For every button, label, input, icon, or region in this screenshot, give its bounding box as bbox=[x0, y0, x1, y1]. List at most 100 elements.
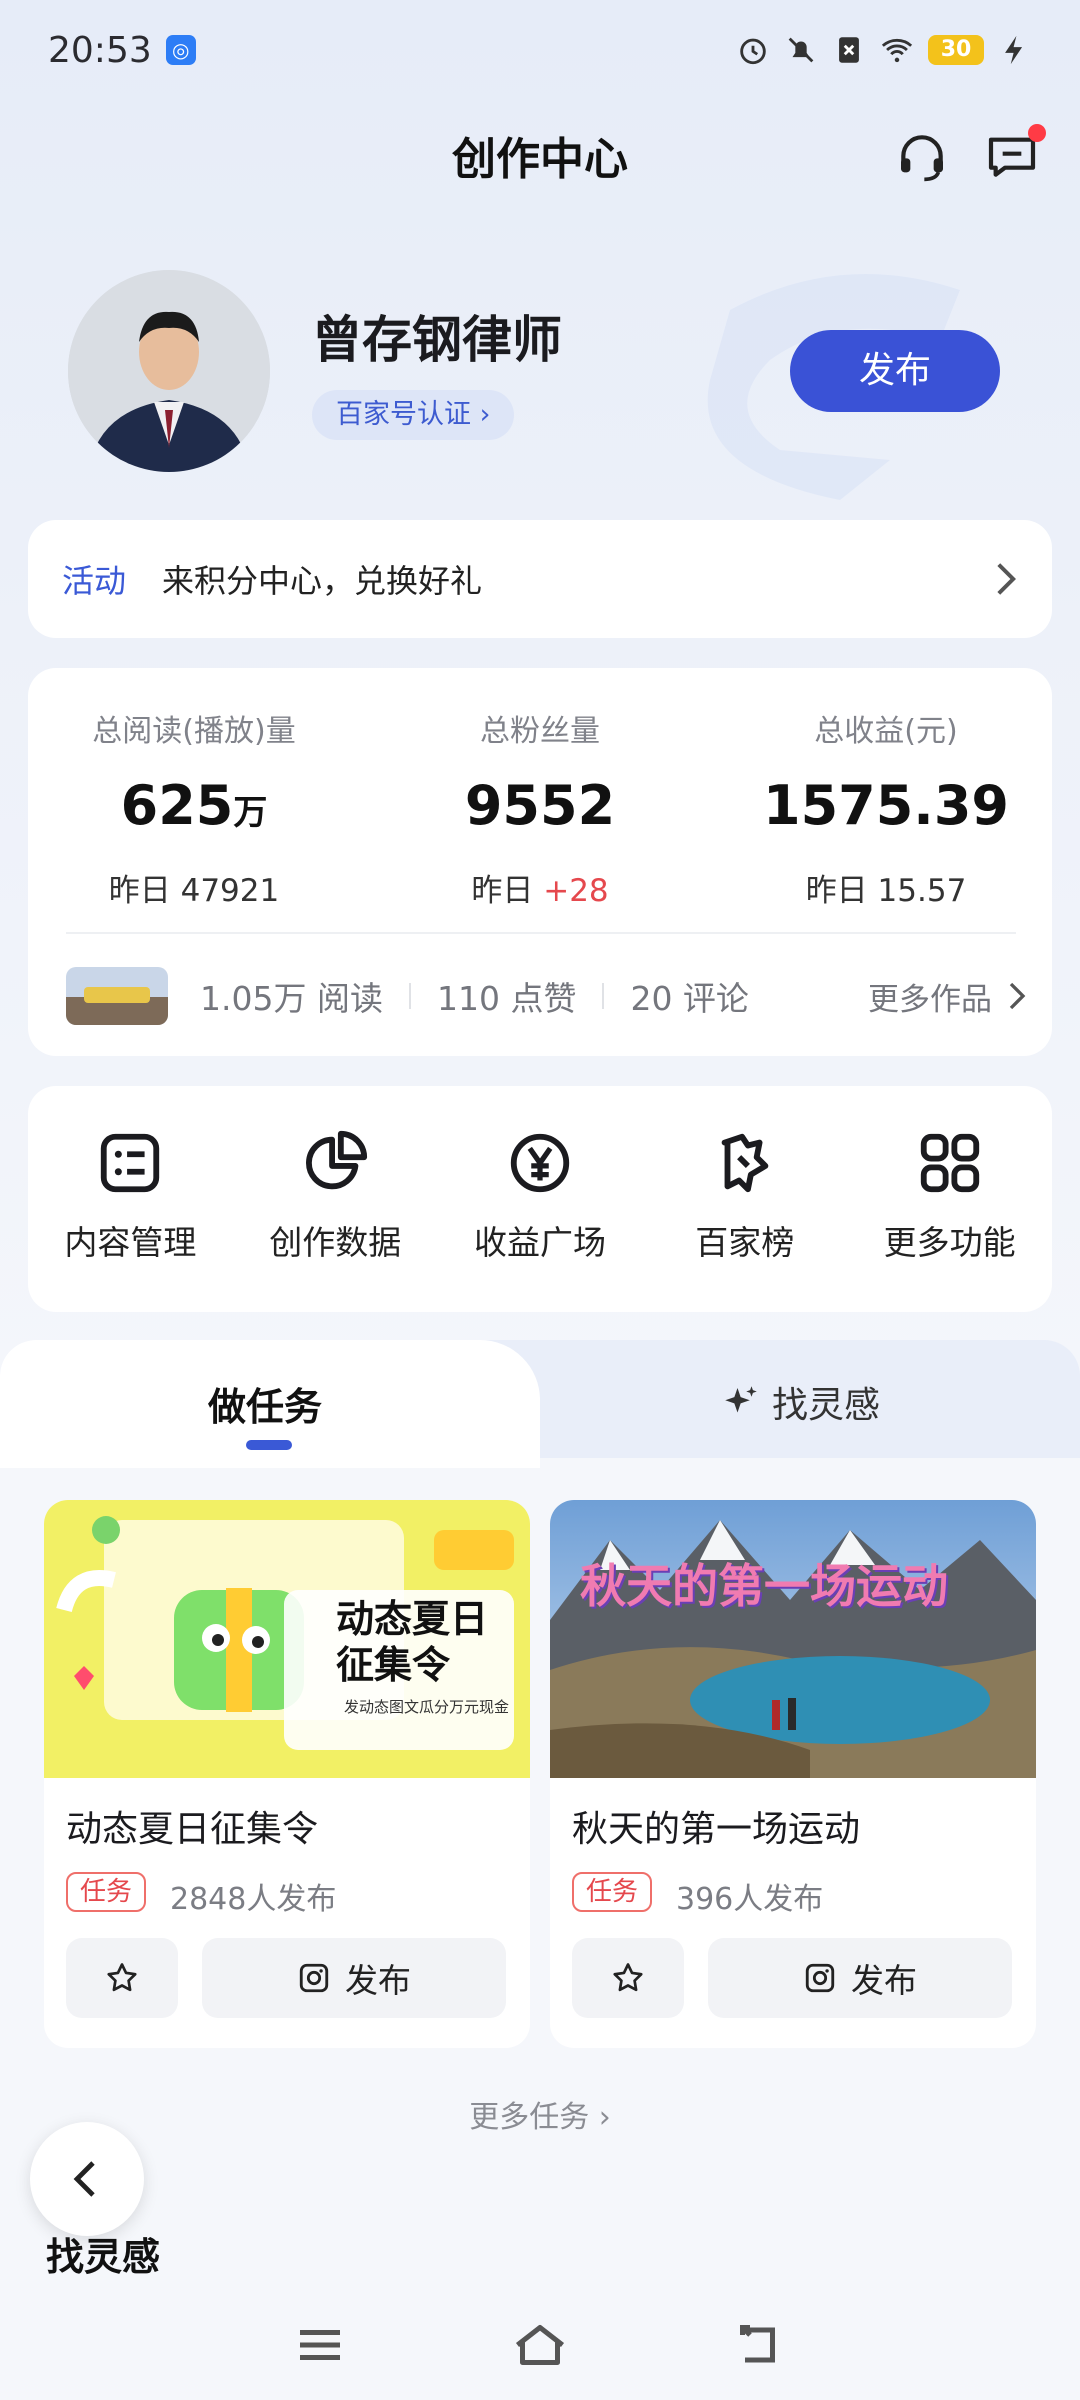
tool-creation-data[interactable]: 创作数据 bbox=[233, 1128, 438, 1312]
task-count: 2848人发布 bbox=[170, 1882, 337, 1917]
chevron-right-icon: › bbox=[598, 2100, 611, 2135]
more-works-label: 更多作品 bbox=[868, 981, 992, 1018]
inspiration-section-title: 找灵感 bbox=[46, 2235, 161, 2279]
work-reads: 1.05万 阅读 bbox=[200, 979, 383, 1018]
task-title: 动态夏日征集令 bbox=[66, 1809, 319, 1850]
task-badge: 任务 bbox=[572, 1872, 653, 1912]
work-comments: 20 评论 bbox=[630, 979, 749, 1018]
pie-chart-icon bbox=[306, 1130, 368, 1190]
chevron-right-icon bbox=[997, 563, 1017, 595]
task-image: 动态夏日征集令 发动态图文瓜分万元现金 bbox=[44, 1500, 530, 1778]
stat-reads[interactable]: 总阅读(播放)量 625万 昨日 47921 bbox=[44, 706, 344, 910]
task-publish-button[interactable]: 发布 bbox=[708, 1938, 1012, 2018]
activity-banner[interactable]: 活动 来积分中心，兑换好礼 bbox=[28, 520, 1052, 638]
activity-tag: 活动 bbox=[62, 562, 127, 600]
back-nav-icon[interactable] bbox=[730, 2315, 790, 2375]
divider bbox=[66, 932, 1016, 934]
tool-label: 更多功能 bbox=[883, 1223, 1016, 1262]
avatar-photo bbox=[68, 270, 270, 472]
grid-icon bbox=[920, 1133, 979, 1193]
more-tasks-link[interactable]: 更多任务 › bbox=[0, 2092, 1080, 2136]
task-count: 396人发布 bbox=[676, 1882, 824, 1917]
tab-do-tasks-label: 做任务 bbox=[208, 1385, 323, 1429]
verify-label: 百家号认证 bbox=[336, 399, 471, 430]
tool-income-plaza[interactable]: 收益广场 bbox=[438, 1128, 643, 1312]
chevron-left-icon bbox=[73, 2161, 95, 2197]
menu-icon[interactable] bbox=[290, 2315, 350, 2375]
charging-icon bbox=[1005, 35, 1023, 65]
activity-text: 来积分中心，兑换好礼 bbox=[162, 562, 483, 600]
more-tasks-label: 更多任务 bbox=[469, 2100, 590, 2135]
work-likes: 110 点赞 bbox=[436, 979, 577, 1018]
work-thumbnail bbox=[66, 967, 168, 1025]
tab-find-inspiration[interactable]: 找灵感 bbox=[720, 1376, 880, 1428]
chevron-right-icon bbox=[1009, 982, 1026, 1010]
latest-work-row[interactable]: 1.05万 阅读 110 点赞 20 评论 更多作品 bbox=[66, 964, 1026, 1028]
separator bbox=[408, 983, 411, 1009]
tab-find-inspiration-label: 找灵感 bbox=[772, 1385, 881, 1426]
favorite-button[interactable] bbox=[572, 1938, 684, 2018]
task-title: 秋天的第一场运动 bbox=[572, 1809, 861, 1850]
tool-ranking[interactable]: 百家榜 bbox=[642, 1128, 847, 1312]
verify-badge[interactable]: 百家号认证 › bbox=[312, 390, 515, 440]
tool-content-management[interactable]: 内容管理 bbox=[28, 1128, 233, 1312]
stat-yesterday: 昨日 47921 bbox=[108, 873, 280, 909]
star-icon bbox=[107, 1963, 137, 1992]
task-card[interactable]: 动态夏日征集令 发动态图文瓜分万元现金 动态夏日征集令 任务 2848人发布 发… bbox=[44, 1500, 530, 2048]
camera-icon bbox=[299, 1963, 329, 1993]
stat-income[interactable]: 总收益(元) 1575.39 昨日 15.57 bbox=[736, 706, 1036, 910]
task-publish-label: 发布 bbox=[851, 1961, 917, 2000]
chevron-right-icon: › bbox=[479, 399, 491, 430]
tool-label: 百家榜 bbox=[695, 1223, 795, 1262]
task-publish-button[interactable]: 发布 bbox=[202, 1938, 506, 2018]
back-button[interactable] bbox=[30, 2122, 144, 2236]
tool-label: 收益广场 bbox=[473, 1223, 606, 1262]
task-badge: 任务 bbox=[66, 1872, 147, 1912]
more-works-link[interactable]: 更多作品 bbox=[868, 974, 1026, 1019]
sparkle-icon bbox=[725, 1386, 757, 1413]
publish-button[interactable]: 发布 bbox=[790, 330, 1000, 412]
list-icon bbox=[101, 1133, 160, 1193]
tool-label: 内容管理 bbox=[64, 1223, 197, 1262]
separator bbox=[602, 983, 605, 1009]
stat-value: 625万 bbox=[120, 774, 268, 837]
task-card[interactable]: 秋天的第一场运动 秋天的第一场运动 任务 396人发布 发布 bbox=[550, 1500, 1036, 2048]
stat-fans[interactable]: 总粉丝量 9552 昨日 +28 bbox=[390, 706, 690, 910]
stat-value: 9552 bbox=[464, 774, 616, 837]
yen-icon bbox=[510, 1133, 570, 1193]
message-button[interactable] bbox=[984, 124, 1046, 184]
battery-level: 30 bbox=[928, 35, 984, 65]
task-image-title: 动态夏日征集令 bbox=[336, 1597, 489, 1687]
header: 创作中心 bbox=[0, 110, 1080, 200]
favorite-button[interactable] bbox=[66, 1938, 178, 2018]
app-notification-icon: ◎ bbox=[165, 35, 196, 65]
tool-label: 创作数据 bbox=[269, 1223, 402, 1262]
stats-card: 总阅读(播放)量 625万 昨日 47921 总粉丝量 9552 昨日 +28 … bbox=[28, 668, 1052, 1056]
mute-icon bbox=[788, 37, 814, 63]
profile-name: 曾存钢律师 bbox=[312, 311, 562, 369]
wifi-icon bbox=[881, 38, 913, 63]
camera-icon bbox=[805, 1963, 835, 1993]
tool-more-functions[interactable]: 更多功能 bbox=[847, 1128, 1052, 1312]
status-time: 20:53 bbox=[48, 29, 152, 71]
tools-grid: 内容管理 创作数据 收益广场 百家榜 更多功能 bbox=[28, 1086, 1052, 1312]
stat-value: 1575.39 bbox=[763, 774, 1009, 837]
task-image-subtitle: 发动态图文瓜分万元现金 bbox=[344, 1698, 510, 1716]
stat-label: 总收益(元) bbox=[814, 714, 958, 749]
stat-label: 总粉丝量 bbox=[480, 714, 600, 749]
status-bar: 20:53 ◎ 30 bbox=[0, 0, 1080, 100]
task-publish-label: 发布 bbox=[345, 1961, 411, 2000]
home-icon[interactable] bbox=[510, 2315, 570, 2375]
task-image-title: 秋天的第一场运动 bbox=[580, 1559, 948, 1613]
active-tab-indicator bbox=[246, 1440, 292, 1450]
badge-icon bbox=[721, 1133, 769, 1193]
stat-yesterday: 昨日 15.57 bbox=[805, 873, 967, 909]
headset-icon[interactable] bbox=[894, 128, 950, 184]
alarm-icon bbox=[740, 38, 766, 65]
avatar[interactable] bbox=[68, 270, 270, 472]
star-icon bbox=[613, 1963, 643, 1992]
page-title: 创作中心 bbox=[452, 134, 628, 185]
no-sim-icon bbox=[839, 37, 859, 63]
system-nav-bar bbox=[0, 2290, 1080, 2400]
stat-label: 总阅读(播放)量 bbox=[92, 714, 296, 749]
